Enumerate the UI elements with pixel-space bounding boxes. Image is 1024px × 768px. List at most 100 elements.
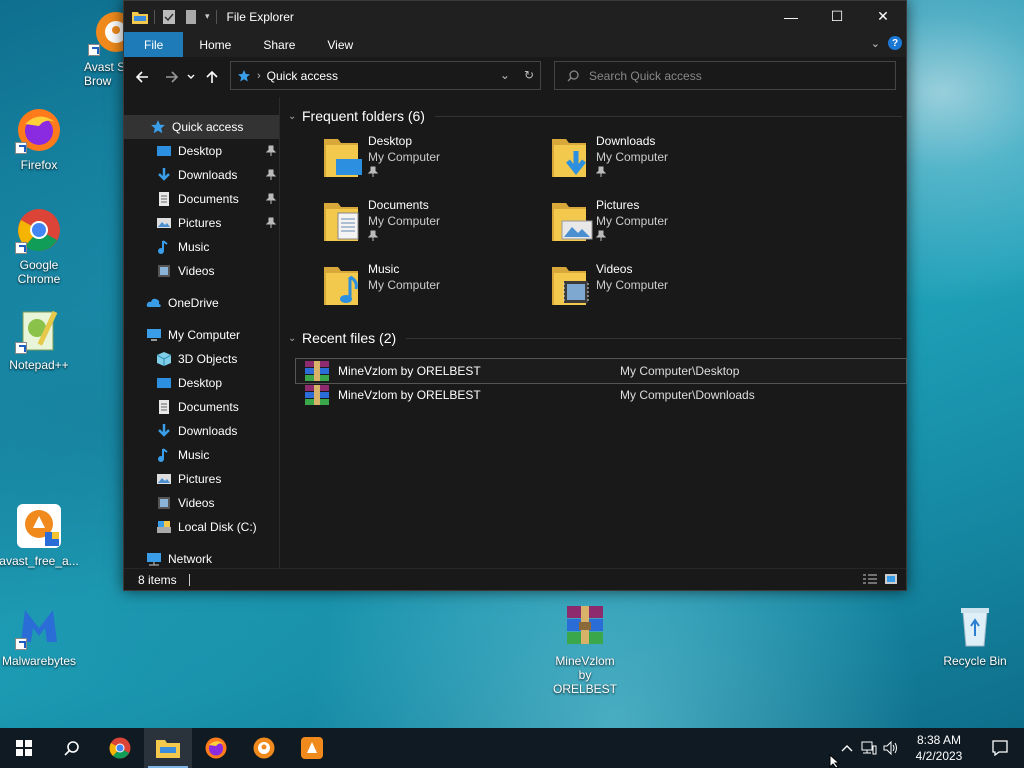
sidebar-item-desktop[interactable]: Desktop (124, 139, 280, 163)
refresh-icon[interactable]: ↻ (524, 68, 534, 82)
sidebar-item-pc-videos[interactable]: Videos (124, 491, 280, 515)
maximize-button[interactable]: ☐ (814, 1, 860, 32)
breadcrumb-quick-access[interactable]: Quick access (267, 69, 338, 83)
notepadpp-icon (15, 306, 63, 354)
taskbar-chrome[interactable] (96, 728, 144, 768)
sidebar-item-label: Pictures (178, 216, 222, 230)
recent-file-row[interactable]: MineVzlom by ORELBEST My Computer\Downlo… (296, 383, 906, 407)
search-icon (64, 741, 79, 756)
system-tray: 8:38 AM 4/2/2023 (836, 728, 1024, 768)
folder-tile-downloads[interactable]: Downloads My Computer (550, 133, 778, 197)
desktop-icon-recycle-bin[interactable]: Recycle Bin (935, 602, 1015, 668)
search-input[interactable] (589, 68, 869, 83)
arrow-left-icon (135, 71, 148, 83)
mouse-cursor-icon (829, 754, 841, 768)
sidebar-item-pc-documents[interactable]: Documents (124, 395, 280, 419)
sidebar-item-music[interactable]: Music (124, 235, 280, 259)
properties-icon[interactable] (161, 9, 177, 24)
back-button[interactable] (130, 65, 154, 89)
sidebar-item-3d-objects[interactable]: 3D Objects (124, 347, 280, 371)
recycle-bin-icon (951, 602, 999, 650)
sidebar-item-local-disk[interactable]: Local Disk (C:) (124, 515, 280, 539)
sidebar-item-documents[interactable]: Documents (124, 187, 280, 211)
desktop-icon-label: Malwarebytes (1, 654, 77, 668)
desktop-icon-minevzlom[interactable]: MineVzlom by ORELBEST (545, 602, 625, 696)
taskbar-file-explorer[interactable] (144, 728, 192, 768)
desktop-icon-chrome[interactable]: Google Chrome (0, 206, 79, 286)
folder-tile-desktop[interactable]: Desktop My Computer (322, 133, 550, 197)
recent-file-row[interactable]: MineVzlom by ORELBEST My Computer\Deskto… (295, 358, 907, 384)
help-icon[interactable]: ? (888, 36, 902, 50)
sidebar-item-quick-access[interactable]: Quick access (124, 115, 280, 139)
star-icon (151, 120, 165, 134)
network-icon (861, 741, 877, 755)
clock[interactable]: 8:38 AM 4/2/2023 (902, 732, 976, 764)
sidebar-item-label: Desktop (178, 376, 223, 390)
tab-file[interactable]: File (124, 32, 184, 57)
volume-tray-button[interactable] (880, 728, 902, 768)
new-folder-icon[interactable] (183, 9, 199, 24)
customize-toolbar-icon[interactable]: ▾ (205, 11, 210, 22)
taskbar-avast-browser[interactable] (240, 728, 288, 768)
breadcrumb-chevron-icon[interactable]: › (257, 70, 261, 82)
winrar-archive-icon (305, 385, 329, 405)
folder-desktop-icon (324, 139, 362, 177)
address-dropdown-icon[interactable]: ⌄ (500, 68, 510, 82)
clock-time: 8:38 AM (916, 733, 962, 747)
sidebar-item-label: Documents (178, 400, 239, 414)
frequent-folders-header[interactable]: ⌄ Frequent folders (6) (288, 105, 906, 127)
collapse-chevron-icon[interactable]: ⌄ (288, 333, 302, 344)
sidebar-item-pictures[interactable]: Pictures (124, 211, 280, 235)
tab-home[interactable]: Home (183, 32, 247, 57)
recent-file-name: MineVzlom by ORELBEST (338, 388, 481, 402)
folder-tile-documents[interactable]: Documents My Computer (322, 197, 550, 261)
folder-tile-music[interactable]: Music My Computer (322, 261, 550, 325)
sidebar-item-pc-music[interactable]: Music (124, 443, 280, 467)
sidebar-item-label: Videos (178, 496, 215, 510)
desktop-icon-malwarebytes[interactable]: Malwarebytes (0, 602, 79, 668)
picture-icon (157, 218, 171, 228)
desktop-icon-notepadpp[interactable]: Notepad++ (0, 306, 79, 372)
network-tray-button[interactable] (858, 728, 880, 768)
search-button[interactable] (48, 728, 96, 768)
search-box[interactable] (554, 61, 896, 90)
folder-tile-pictures[interactable]: Pictures My Computer (550, 197, 778, 261)
pin-icon (266, 169, 276, 180)
start-button[interactable] (0, 728, 48, 768)
collapse-chevron-icon[interactable]: ⌄ (288, 111, 302, 122)
file-explorer-window: ▾ File Explorer — ☐ ✕ File Home Share Vi… (123, 0, 907, 591)
details-view-icon[interactable] (862, 573, 878, 585)
notification-icon (992, 740, 1008, 756)
sidebar-item-videos[interactable]: Videos (124, 259, 280, 283)
desktop-icon-avast-installer[interactable]: avast_free_a... (0, 502, 79, 568)
sidebar-item-pc-desktop[interactable]: Desktop (124, 371, 280, 395)
taskbar-firefox[interactable] (192, 728, 240, 768)
expand-ribbon-icon[interactable]: ⌄ (871, 37, 880, 50)
action-center-button[interactable] (976, 728, 1024, 768)
tab-view[interactable]: View (311, 32, 369, 57)
up-button[interactable] (200, 65, 224, 89)
desktop-icon-label: Firefox (20, 158, 58, 172)
sidebar-item-pc-downloads[interactable]: Downloads (124, 419, 280, 443)
folder-tile-videos[interactable]: Videos My Computer (550, 261, 778, 325)
forward-button[interactable] (160, 65, 184, 89)
window-title: File Explorer (226, 9, 294, 24)
folder-icon (132, 11, 148, 24)
chevron-up-icon (841, 745, 853, 752)
taskbar-avast[interactable] (288, 728, 336, 768)
sidebar-item-my-computer[interactable]: My Computer (124, 323, 280, 347)
recent-files-header[interactable]: ⌄ Recent files (2) (288, 327, 906, 349)
large-icons-view-icon[interactable] (884, 573, 898, 585)
desktop-icon-firefox[interactable]: Firefox (0, 106, 79, 172)
sidebar-item-onedrive[interactable]: OneDrive (124, 291, 280, 315)
tab-share[interactable]: Share (247, 32, 311, 57)
close-button[interactable]: ✕ (860, 1, 906, 32)
minimize-button[interactable]: — (768, 1, 814, 32)
sidebar-item-pc-pictures[interactable]: Pictures (124, 467, 280, 491)
address-bar[interactable]: › Quick access ⌄ ↻ (230, 61, 541, 90)
recent-locations-button[interactable] (184, 65, 198, 89)
pin-icon (266, 145, 276, 156)
firefox-icon (205, 737, 227, 759)
sidebar-item-downloads[interactable]: Downloads (124, 163, 280, 187)
title-bar[interactable]: ▾ File Explorer — ☐ ✕ (124, 1, 906, 32)
